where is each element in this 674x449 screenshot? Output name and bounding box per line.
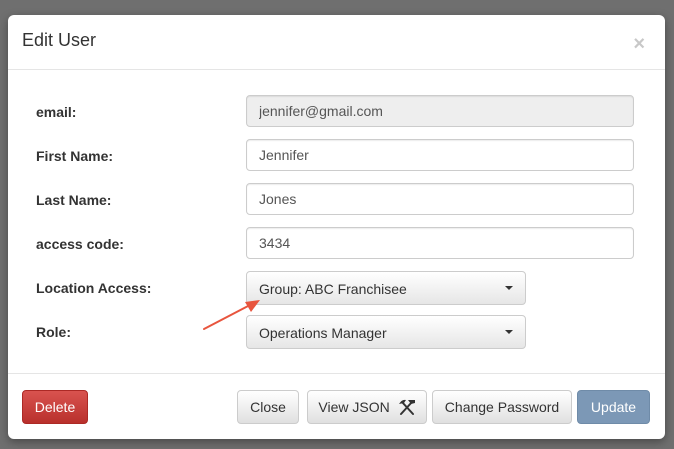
view-json-label: View JSON — [318, 399, 390, 415]
role-label: Role: — [36, 324, 71, 340]
modal-footer: Delete Close View JSON Change Password U… — [8, 373, 665, 439]
location-access-row: Location Access: Group: ABC Franchisee — [8, 271, 665, 305]
close-button[interactable]: Close — [237, 390, 299, 424]
edit-user-modal: Edit User × email: First Name: Last Name… — [8, 15, 665, 439]
delete-button[interactable]: Delete — [22, 390, 88, 424]
last-name-row: Last Name: — [8, 183, 665, 217]
last-name-label: Last Name: — [36, 192, 112, 208]
location-access-dropdown[interactable]: Group: ABC Franchisee — [246, 271, 526, 305]
hammer-pick-icon — [398, 399, 415, 415]
access-code-label: access code: — [36, 236, 124, 252]
location-access-label: Location Access: — [36, 280, 152, 296]
first-name-label: First Name: — [36, 148, 114, 164]
email-row: email: — [8, 95, 665, 129]
chevron-down-icon — [505, 330, 513, 334]
modal-title: Edit User — [22, 30, 97, 50]
change-password-button[interactable]: Change Password — [432, 390, 572, 424]
update-button[interactable]: Update — [577, 390, 650, 424]
access-code-row: access code: — [8, 227, 665, 261]
role-row: Role: Operations Manager — [8, 315, 665, 349]
arrow-icon — [203, 300, 260, 330]
location-access-selected: Group: ABC Franchisee — [259, 281, 407, 297]
close-icon[interactable]: × — [633, 34, 645, 54]
role-dropdown[interactable]: Operations Manager — [246, 315, 526, 349]
email-field[interactable] — [246, 95, 634, 127]
role-selected: Operations Manager — [259, 325, 387, 341]
email-label: email: — [36, 104, 77, 120]
first-name-row: First Name: — [8, 139, 665, 173]
first-name-field[interactable] — [246, 139, 634, 171]
access-code-field[interactable] — [246, 227, 634, 259]
chevron-down-icon — [505, 286, 513, 290]
view-json-button[interactable]: View JSON — [307, 390, 427, 424]
last-name-field[interactable] — [246, 183, 634, 215]
modal-header: Edit User × — [8, 15, 665, 70]
